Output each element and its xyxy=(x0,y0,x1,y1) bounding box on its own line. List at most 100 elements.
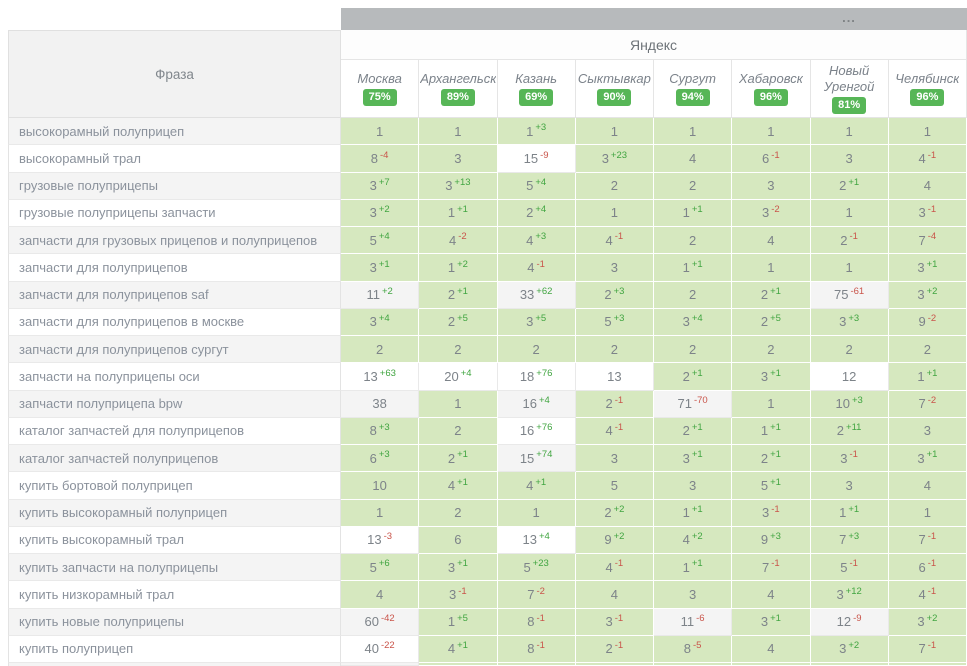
position-cell[interactable]: 1 xyxy=(654,118,732,145)
position-cell[interactable]: 1 xyxy=(419,118,497,145)
phrase-cell[interactable]: грузовые полуприцепы запчасти xyxy=(8,200,341,227)
position-cell[interactable]: 8-4 xyxy=(341,145,419,172)
position-cell[interactable]: 2-1 xyxy=(576,636,654,663)
position-cell[interactable]: 1 xyxy=(576,118,654,145)
position-cell[interactable]: 2 xyxy=(811,336,889,363)
phrase-cell[interactable]: купить новые полуприцепы xyxy=(8,609,341,636)
position-cell[interactable]: 3+1 xyxy=(732,363,810,390)
city-header[interactable]: Сургут94% xyxy=(654,60,732,118)
position-cell[interactable]: 11-6 xyxy=(654,609,732,636)
position-cell[interactable]: 3+2 xyxy=(889,282,967,309)
city-header[interactable]: Челябинск96% xyxy=(889,60,967,118)
position-cell[interactable]: 3+23 xyxy=(576,145,654,172)
phrase-cell[interactable]: запчасти на полуприцепы оси xyxy=(8,363,341,390)
position-cell[interactable]: 3 xyxy=(732,173,810,200)
position-cell[interactable]: 2+5 xyxy=(419,309,497,336)
city-header[interactable]: Хабаровск96% xyxy=(732,60,810,118)
position-cell[interactable]: 8-5 xyxy=(654,636,732,663)
position-cell[interactable]: 2 xyxy=(654,173,732,200)
position-cell[interactable]: 3+2 xyxy=(889,609,967,636)
position-cell[interactable]: 33+62 xyxy=(498,282,576,309)
position-cell[interactable]: 2+1 xyxy=(654,418,732,445)
position-cell[interactable]: 3 xyxy=(576,445,654,472)
position-cell[interactable]: 2+2 xyxy=(576,500,654,527)
position-cell[interactable]: 1 xyxy=(341,500,419,527)
position-cell[interactable]: 4 xyxy=(732,636,810,663)
position-cell[interactable]: 1 xyxy=(732,391,810,418)
position-cell[interactable]: 3-1 xyxy=(889,200,967,227)
position-cell[interactable]: 6-1 xyxy=(732,145,810,172)
position-cell[interactable]: 3+12 xyxy=(811,581,889,608)
position-cell[interactable]: 75-61 xyxy=(811,282,889,309)
position-cell[interactable]: 1 xyxy=(889,500,967,527)
position-cell[interactable]: 3 xyxy=(889,418,967,445)
position-cell[interactable]: 8-1 xyxy=(498,609,576,636)
position-cell[interactable]: 4 xyxy=(889,173,967,200)
position-cell[interactable]: 3-1 xyxy=(576,609,654,636)
position-cell[interactable]: 3+3 xyxy=(811,309,889,336)
position-cell[interactable]: 2 xyxy=(654,282,732,309)
position-cell[interactable]: 2 xyxy=(654,336,732,363)
position-cell[interactable]: 3+2 xyxy=(811,636,889,663)
position-cell[interactable]: 2 xyxy=(341,336,419,363)
position-cell[interactable]: 3+1 xyxy=(419,554,497,581)
position-cell[interactable]: 2 xyxy=(419,418,497,445)
position-cell[interactable]: 4-1 xyxy=(576,418,654,445)
position-cell[interactable]: 4 xyxy=(732,227,810,254)
phrase-cell[interactable]: купить высокорамный трал xyxy=(8,527,341,554)
position-cell[interactable]: 2+3 xyxy=(576,282,654,309)
position-cell[interactable]: 3+1 xyxy=(732,609,810,636)
position-cell[interactable]: 1+1 xyxy=(654,254,732,281)
position-cell[interactable]: 2 xyxy=(654,227,732,254)
position-cell[interactable]: 7-2 xyxy=(498,581,576,608)
position-cell[interactable]: 16+76 xyxy=(498,418,576,445)
position-cell[interactable]: 3 xyxy=(811,472,889,499)
position-cell[interactable]: 16+4 xyxy=(498,391,576,418)
phrase-cell[interactable]: купить низкорамный трал xyxy=(8,581,341,608)
position-cell[interactable]: 3-2 xyxy=(732,200,810,227)
position-cell[interactable]: 4 xyxy=(341,581,419,608)
position-cell[interactable]: 1 xyxy=(576,200,654,227)
position-cell[interactable]: 6+3 xyxy=(341,445,419,472)
city-header[interactable]: Казань69% xyxy=(498,60,576,118)
position-cell[interactable]: 3-1 xyxy=(732,500,810,527)
position-cell[interactable]: 3+13 xyxy=(419,173,497,200)
position-cell[interactable]: 3+1 xyxy=(341,254,419,281)
position-cell[interactable]: 60-42 xyxy=(341,609,419,636)
column-options-button[interactable]: ... xyxy=(842,11,856,24)
position-cell[interactable]: 4 xyxy=(654,145,732,172)
city-header[interactable]: Москва75% xyxy=(341,60,419,118)
phrase-cell[interactable]: запчасти для полуприцепов saf xyxy=(8,282,341,309)
position-cell[interactable]: 4+3 xyxy=(498,227,576,254)
position-cell[interactable]: 7-4 xyxy=(889,227,967,254)
position-cell[interactable]: 2+11 xyxy=(811,418,889,445)
position-cell[interactable]: 3-1 xyxy=(811,445,889,472)
position-cell[interactable]: 6-1 xyxy=(889,554,967,581)
position-cell[interactable]: 3+2 xyxy=(341,200,419,227)
position-cell[interactable]: 12 xyxy=(811,363,889,390)
position-cell[interactable]: 5-1 xyxy=(811,554,889,581)
position-cell[interactable]: 2 xyxy=(576,173,654,200)
position-cell[interactable]: 1+2 xyxy=(419,254,497,281)
position-cell[interactable]: 1+5 xyxy=(419,609,497,636)
position-cell[interactable]: 4+2 xyxy=(654,527,732,554)
position-cell[interactable]: 1+1 xyxy=(732,418,810,445)
position-cell[interactable]: 2 xyxy=(498,336,576,363)
phrase-cell[interactable]: купить запчасти на полуприцепы xyxy=(8,554,341,581)
position-cell[interactable]: 7-1 xyxy=(889,636,967,663)
position-cell[interactable]: 2 xyxy=(419,500,497,527)
position-cell[interactable]: 4-1 xyxy=(576,227,654,254)
position-cell[interactable]: 3 xyxy=(419,145,497,172)
position-cell[interactable]: 5 xyxy=(576,472,654,499)
position-cell[interactable]: 7-1 xyxy=(732,554,810,581)
position-cell[interactable]: 3+4 xyxy=(654,309,732,336)
phrase-cell[interactable]: высокорамный полуприцеп xyxy=(8,118,341,145)
position-cell[interactable]: 3 xyxy=(576,254,654,281)
position-cell[interactable]: 3+5 xyxy=(498,309,576,336)
position-cell[interactable]: 4-1 xyxy=(498,254,576,281)
position-cell[interactable]: 1+1 xyxy=(654,200,732,227)
position-cell[interactable]: 1 xyxy=(811,200,889,227)
position-cell[interactable]: 6 xyxy=(419,527,497,554)
position-cell[interactable]: 4-2 xyxy=(419,227,497,254)
position-cell[interactable]: 20+4 xyxy=(419,363,497,390)
